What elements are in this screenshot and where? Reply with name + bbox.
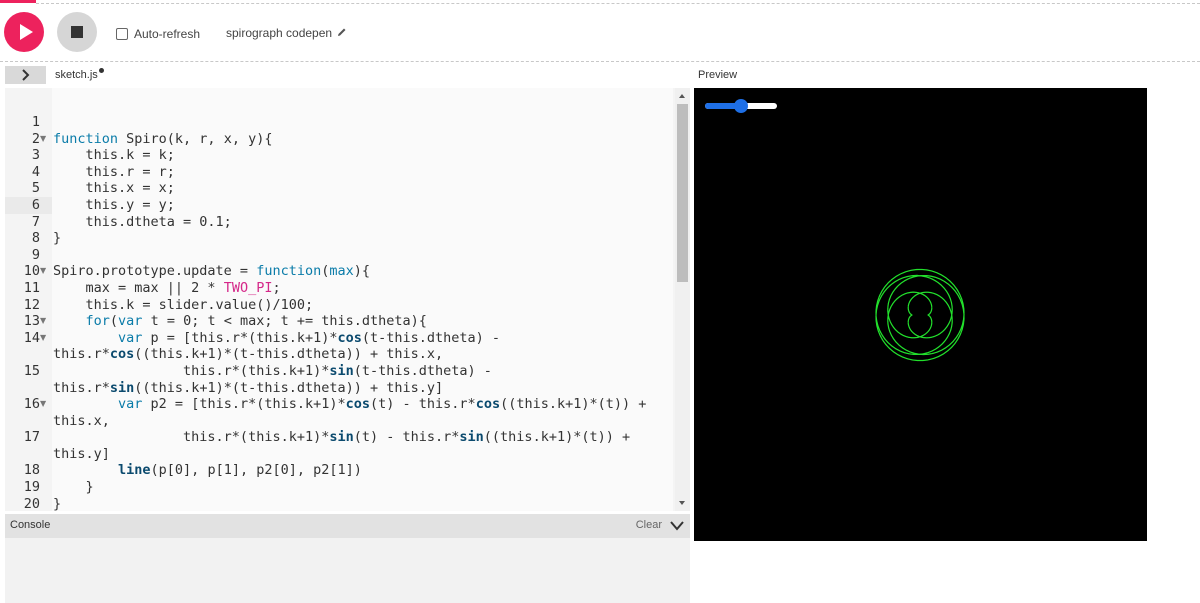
line-number: 6: [31, 196, 40, 213]
line-number: [5, 413, 52, 430]
console-clear-button[interactable]: Clear: [636, 519, 662, 531]
scroll-up-arrow-icon[interactable]: [679, 94, 685, 98]
console-title: Console: [10, 519, 51, 531]
line-number: 11: [23, 279, 40, 296]
code-area[interactable]: function Spiro(k, r, x, y){ this.k = k; …: [52, 88, 673, 511]
sketch-canvas[interactable]: [694, 88, 1147, 541]
code-editor[interactable]: 1 2 ▼ 3 4 5 6 7 8 9 10 ▼ 11 12 13 ▼ 14 ▼ 15 16 ▼ 17 18 19 20 fun…: [5, 88, 690, 511]
code-line[interactable]: this.k = k;: [53, 147, 669, 164]
code-line[interactable]: this.y]: [53, 446, 669, 463]
line-number: 19: [23, 479, 40, 496]
line-number: [5, 346, 52, 363]
line-number: 12: [23, 296, 40, 313]
line-number: 16 ▼: [23, 396, 47, 413]
play-button[interactable]: [4, 12, 44, 52]
line-number: 15: [23, 362, 40, 379]
code-line[interactable]: this.x,: [53, 413, 669, 430]
preview-label: Preview: [698, 69, 738, 81]
code-line[interactable]: }: [53, 479, 669, 496]
expand-sidebar-button[interactable]: [5, 66, 46, 84]
code-line[interactable]: this.r*(this.k+1)*sin(t-this.dtheta) -: [53, 363, 669, 380]
code-line[interactable]: var p2 = [this.r*(this.k+1)*cos(t) - thi…: [53, 396, 669, 413]
file-tab[interactable]: sketch.js: [55, 67, 104, 83]
unsaved-indicator: [98, 68, 104, 73]
line-number: 18: [23, 462, 40, 479]
line-number: [5, 380, 52, 397]
code-line[interactable]: this.k = slider.value()/100;: [53, 297, 669, 314]
project-name[interactable]: spirograph codepen: [226, 24, 347, 42]
spirograph-drawing: [875, 268, 965, 362]
pencil-icon[interactable]: [337, 26, 347, 40]
console-output: [5, 538, 690, 603]
code-line[interactable]: }: [53, 496, 669, 511]
line-number: 9: [31, 246, 40, 263]
line-number: 13 ▼: [23, 313, 47, 330]
code-line[interactable]: Spiro.prototype.update = function(max){: [53, 263, 669, 280]
line-numbers: 1 2 ▼ 3 4 5 6 7 8 9 10 ▼ 11 12 13 ▼ 14 ▼ 15 16 ▼ 17 18 19 20: [5, 114, 52, 511]
line-number: 7: [31, 213, 40, 230]
editor-scrollbar[interactable]: [675, 88, 690, 511]
fold-arrow-icon[interactable]: ▼: [40, 330, 46, 347]
auto-refresh-checkbox[interactable]: [116, 28, 128, 40]
code-line[interactable]: var p = [this.r*(this.k+1)*cos(t-this.dt…: [53, 330, 669, 347]
line-number: 4: [31, 163, 40, 180]
code-line[interactable]: this.r*sin((this.k+1)*(t-this.dtheta)) +…: [53, 380, 669, 397]
line-number: 17: [23, 429, 40, 446]
code-line[interactable]: function Spiro(k, r, x, y){: [53, 131, 669, 148]
spiro-path: [875, 268, 965, 362]
auto-refresh-control: Auto-refresh: [116, 25, 200, 43]
stop-icon: [71, 26, 83, 38]
code-line[interactable]: this.y = y;: [53, 197, 669, 214]
code-line[interactable]: this.r*cos((this.k+1)*(t-this.dtheta)) +…: [53, 346, 669, 363]
code-line[interactable]: }: [53, 230, 669, 247]
fold-arrow-icon[interactable]: ▼: [40, 131, 46, 148]
toolbar: Auto-refresh spirograph codepen: [0, 4, 1200, 62]
line-number: 8: [31, 230, 40, 247]
project-name-text: spirograph codepen: [226, 26, 333, 40]
line-number: 1: [31, 114, 40, 130]
chevron-down-icon[interactable]: [670, 519, 684, 537]
fold-arrow-icon[interactable]: ▼: [40, 263, 46, 280]
stop-button[interactable]: [57, 12, 97, 52]
chevron-right-icon: [22, 69, 30, 81]
code-line[interactable]: this.x = x;: [53, 180, 669, 197]
code-line[interactable]: max = max || 2 * TWO_PI;: [53, 280, 669, 297]
play-icon: [20, 24, 33, 40]
code-line[interactable]: for(var t = 0; t < max; t += this.dtheta…: [53, 313, 669, 330]
toolbar-divider: [0, 61, 1200, 62]
fold-arrow-icon[interactable]: ▼: [40, 313, 46, 330]
scroll-down-arrow-icon[interactable]: [679, 501, 685, 505]
line-number: 20: [23, 495, 40, 511]
line-number: 10 ▼: [23, 263, 47, 280]
code-line[interactable]: this.r*(this.k+1)*sin(t) - this.r*sin((t…: [53, 429, 669, 446]
accent-bar: [0, 0, 36, 3]
code-line[interactable]: [53, 247, 669, 264]
line-number: 3: [31, 147, 40, 164]
code-line[interactable]: this.r = r;: [53, 164, 669, 181]
line-number: 14 ▼: [23, 329, 47, 347]
console-header: Console Clear: [5, 514, 690, 538]
file-tab-name: sketch.js: [55, 69, 98, 81]
code-line[interactable]: [53, 114, 669, 131]
code-line[interactable]: line(p[0], p[1], p2[0], p2[1]): [53, 462, 669, 479]
code-lines[interactable]: function Spiro(k, r, x, y){ this.k = k; …: [53, 114, 669, 511]
line-number: 5: [31, 180, 40, 197]
code-line[interactable]: this.dtheta = 0.1;: [53, 214, 669, 231]
scroll-thumb[interactable]: [677, 104, 688, 282]
line-number: [5, 446, 52, 463]
auto-refresh-label[interactable]: Auto-refresh: [134, 27, 200, 41]
fold-arrow-icon[interactable]: ▼: [40, 396, 46, 413]
line-number: 2 ▼: [31, 130, 47, 148]
